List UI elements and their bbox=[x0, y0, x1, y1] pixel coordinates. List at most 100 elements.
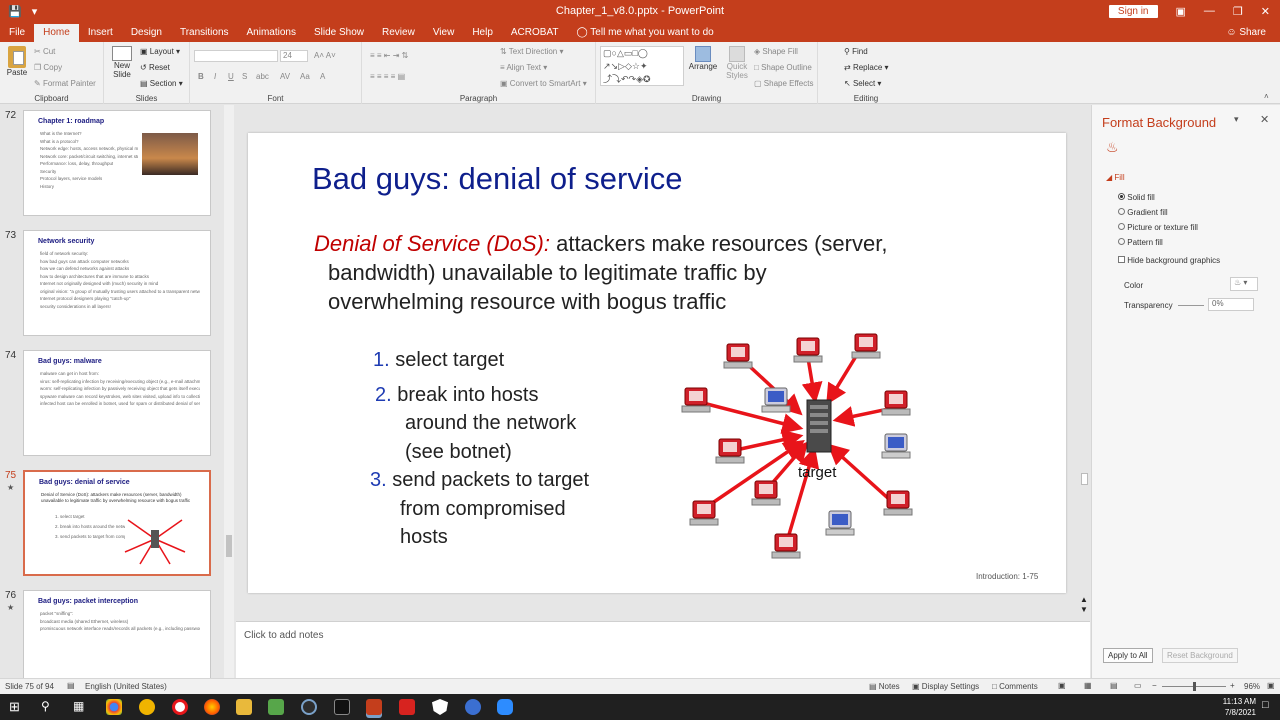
strikethrough-button[interactable]: abc bbox=[256, 72, 269, 81]
close-button[interactable]: ✕ bbox=[1261, 5, 1270, 18]
zoom-app-icon[interactable] bbox=[497, 699, 513, 715]
comments-button[interactable]: □ Comments bbox=[992, 682, 1038, 691]
pattern-fill-radio[interactable]: Pattern fill bbox=[1118, 238, 1163, 247]
notes-pane[interactable]: Click to add notes bbox=[236, 621, 1090, 678]
font-name-box[interactable] bbox=[194, 50, 278, 62]
bullets-icon[interactable]: ≡ ≡ ⇤ ⇥ ⇅ bbox=[370, 51, 408, 60]
reset-background-button[interactable]: Reset Background bbox=[1162, 648, 1238, 663]
tab-transitions[interactable]: Transitions bbox=[171, 24, 238, 42]
language-indicator[interactable]: English (United States) bbox=[85, 682, 167, 691]
gradient-fill-radio[interactable]: Gradient fill bbox=[1118, 208, 1168, 217]
spellcheck-icon[interactable]: ▤ bbox=[67, 681, 75, 690]
tab-design[interactable]: Design bbox=[122, 24, 171, 42]
quick-styles-button[interactable]: Quick Styles bbox=[722, 46, 752, 80]
customize-qat-icon[interactable]: ▾ bbox=[32, 5, 38, 18]
italic-button[interactable]: I bbox=[214, 72, 216, 81]
paste-button[interactable]: Paste bbox=[4, 46, 30, 77]
thumbnails-scroll-thumb[interactable] bbox=[226, 535, 232, 557]
reading-view-icon[interactable]: ▤ bbox=[1110, 681, 1118, 690]
task-view-icon[interactable]: ▦ bbox=[73, 699, 84, 713]
reset-button[interactable]: ↺ Reset bbox=[140, 63, 170, 72]
zoom-in-icon[interactable]: + bbox=[1230, 681, 1235, 690]
slideshow-icon[interactable]: ▭ bbox=[1134, 681, 1142, 690]
shape-fill-button[interactable]: ◈ Shape Fill bbox=[754, 47, 798, 56]
share-button[interactable]: ☺ Share bbox=[1212, 24, 1280, 42]
botnet-diagram[interactable] bbox=[668, 328, 938, 578]
layout-button[interactable]: ▣ Layout ▾ bbox=[140, 47, 180, 56]
sign-in-button[interactable]: Sign in bbox=[1108, 4, 1158, 18]
opera-icon[interactable] bbox=[172, 699, 188, 715]
norton-icon[interactable] bbox=[139, 699, 155, 715]
slide-sorter-icon[interactable]: ▦ bbox=[1084, 681, 1092, 690]
apply-to-all-button[interactable]: Apply to All bbox=[1103, 648, 1153, 663]
align-text-button[interactable]: ≡ Align Text ▾ bbox=[500, 63, 547, 72]
thumbnail-slide-73[interactable]: 73 Network security field of network sec… bbox=[0, 225, 236, 336]
transparency-slider[interactable] bbox=[1178, 305, 1204, 306]
restore-button[interactable]: ❐ bbox=[1233, 5, 1243, 18]
search-icon[interactable]: ⚲ bbox=[41, 699, 50, 713]
clock[interactable]: 11:13 AM 7/8/2021 bbox=[1208, 696, 1256, 718]
slide-canvas[interactable]: Bad guys: denial of service Denial of Se… bbox=[248, 133, 1066, 593]
notification-icon[interactable]: □ bbox=[1262, 699, 1269, 711]
display-settings-button[interactable]: ▣ Display Settings bbox=[912, 682, 979, 691]
tab-help[interactable]: Help bbox=[463, 24, 502, 42]
zoom-slider-thumb[interactable] bbox=[1193, 682, 1196, 691]
thumbnail-slide-74[interactable]: 74 Bad guys: malware malware can get in … bbox=[0, 345, 236, 456]
tab-animations[interactable]: Animations bbox=[238, 24, 305, 42]
tab-view[interactable]: View bbox=[424, 24, 464, 42]
picture-fill-radio[interactable]: Picture or texture fill bbox=[1118, 223, 1198, 232]
hide-graphics-checkbox[interactable]: Hide background graphics bbox=[1118, 256, 1220, 265]
slide-title[interactable]: Bad guys: denial of service bbox=[312, 161, 683, 197]
thumbnail-slide-72[interactable]: 72 Chapter 1: roadmap What is the Intern… bbox=[0, 105, 236, 216]
tab-slide-show[interactable]: Slide Show bbox=[305, 24, 373, 42]
thumbnail-slide-75[interactable]: 75 ★ Bad guys: denial of service Denial … bbox=[0, 465, 236, 576]
color-picker-button[interactable]: ♨ ▾ bbox=[1230, 277, 1258, 291]
search-app-icon[interactable] bbox=[301, 699, 317, 715]
dos-definition[interactable]: Denial of Service (DoS): attackers make … bbox=[314, 229, 1014, 316]
pane-options-icon[interactable]: ▾ bbox=[1234, 114, 1239, 125]
section-button[interactable]: ▤ Section ▾ bbox=[140, 79, 183, 88]
select-button[interactable]: ↖ Select ▾ bbox=[844, 79, 881, 88]
new-slide-button[interactable]: New Slide bbox=[108, 46, 136, 79]
shape-outline-button[interactable]: □ Shape Outline bbox=[754, 63, 812, 72]
fill-bucket-icon[interactable]: ♨ bbox=[1106, 139, 1119, 156]
notes-placeholder[interactable]: Click to add notes bbox=[244, 630, 324, 641]
chat-icon[interactable] bbox=[465, 699, 481, 715]
spacing-button[interactable]: AV bbox=[280, 72, 290, 81]
security-icon[interactable] bbox=[432, 699, 448, 715]
solid-fill-radio[interactable]: Solid fill bbox=[1118, 193, 1155, 202]
tab-file[interactable]: File bbox=[0, 24, 34, 42]
terminal-icon[interactable] bbox=[334, 699, 350, 715]
tab-review[interactable]: Review bbox=[373, 24, 424, 42]
steps-list[interactable]: 1. select target 2. break into hosts aro… bbox=[370, 346, 589, 552]
bold-button[interactable]: B bbox=[198, 72, 204, 81]
copy-button[interactable]: ❐ Copy bbox=[34, 63, 62, 72]
text-direction-button[interactable]: ⇅ Text Direction ▾ bbox=[500, 47, 564, 56]
firefox-icon[interactable] bbox=[204, 699, 220, 715]
alignment-icons[interactable]: ≡ ≡ ≡ ≡ ▤ bbox=[370, 72, 405, 81]
font-color-button[interactable]: A bbox=[320, 72, 325, 81]
start-icon[interactable]: ⊞ bbox=[9, 699, 20, 715]
shapes-gallery[interactable]: ▢○△▭□◯ ↗↘▷◇☆✦ ⤴⤵↶↷◈✪ bbox=[600, 46, 684, 86]
replace-button[interactable]: ⇄ Replace ▾ bbox=[844, 63, 889, 72]
collapse-ribbon-icon[interactable]: ˄ bbox=[1264, 92, 1269, 101]
acrobat-icon[interactable] bbox=[399, 699, 415, 715]
font-size-box[interactable]: 24 bbox=[280, 50, 308, 62]
prev-slide-icon[interactable]: ▲ bbox=[1080, 595, 1088, 604]
next-slide-icon[interactable]: ▼ bbox=[1080, 605, 1088, 614]
transparency-input[interactable]: 0% bbox=[1208, 298, 1254, 311]
slide-scroll-thumb[interactable] bbox=[1081, 473, 1088, 485]
zoom-slider[interactable] bbox=[1162, 682, 1226, 691]
fill-section-header[interactable]: ◢ Fill bbox=[1106, 173, 1125, 182]
arrange-button[interactable]: Arrange bbox=[688, 46, 718, 71]
powerpoint-icon[interactable] bbox=[366, 699, 382, 715]
thumbnails-scrollbar[interactable] bbox=[224, 105, 234, 678]
zoom-level[interactable]: 96% bbox=[1244, 682, 1260, 691]
find-button[interactable]: ⚲ Find bbox=[844, 47, 868, 56]
ribbon-display-icon[interactable]: ▣ bbox=[1176, 5, 1186, 18]
app-icon[interactable] bbox=[268, 699, 284, 715]
save-icon[interactable]: 💾 bbox=[8, 5, 22, 18]
notes-button[interactable]: ▤ Notes bbox=[869, 682, 900, 691]
tab-home[interactable]: Home bbox=[34, 24, 79, 42]
zoom-out-icon[interactable]: − bbox=[1152, 681, 1157, 690]
